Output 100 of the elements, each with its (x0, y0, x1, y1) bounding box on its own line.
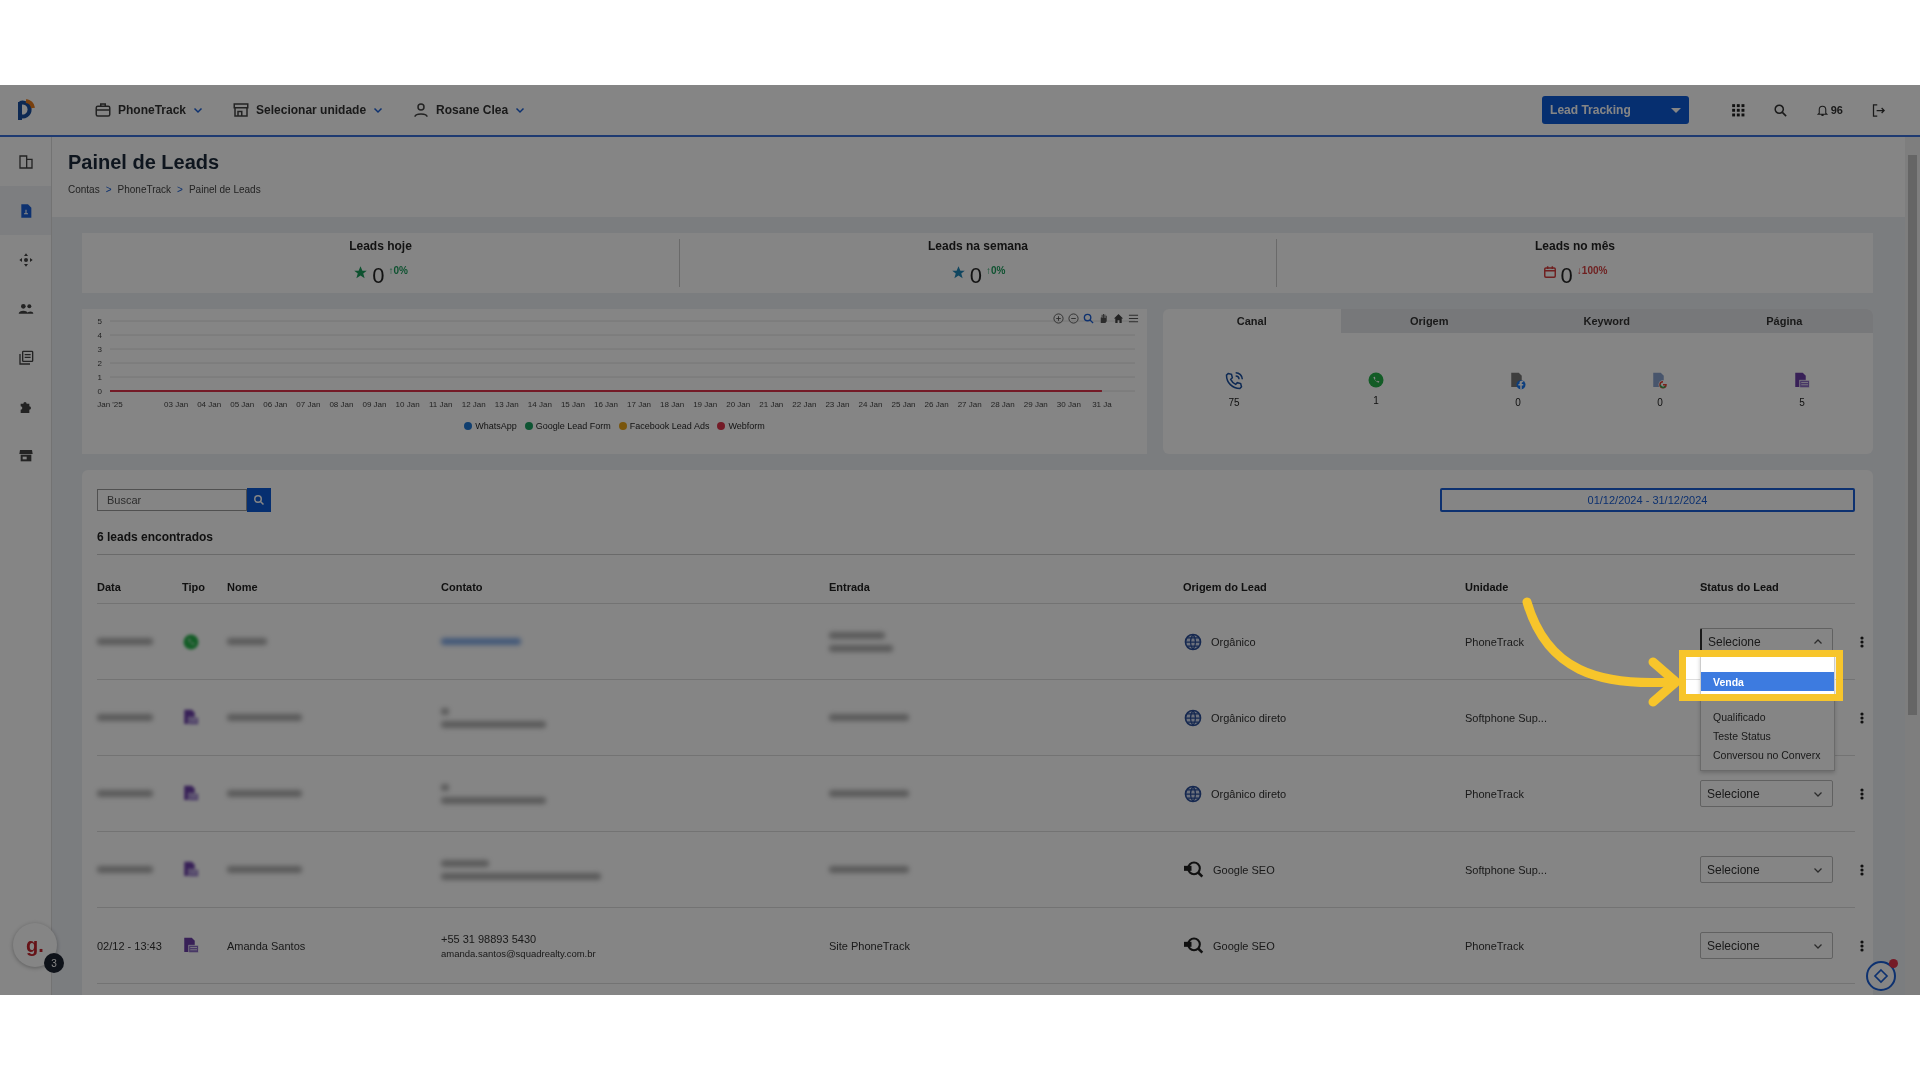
phone-icon (1224, 371, 1244, 391)
table-cell: Google SEO (1213, 863, 1275, 876)
tab[interactable]: Keyword (1518, 309, 1696, 333)
apps-button[interactable] (1730, 103, 1745, 117)
tab[interactable]: Página (1695, 309, 1873, 333)
header-menu[interactable]: PhoneTrack (94, 101, 205, 119)
search-icon (1772, 102, 1788, 118)
stat-label: Leads na semana (927, 239, 1029, 253)
header-menu[interactable]: Rosane Clea (412, 101, 527, 119)
menu-icon (1128, 313, 1139, 324)
table-cell-text: Softphone Sup... (1465, 711, 1548, 724)
axis-label: 18 Jan (660, 400, 685, 409)
axis-label: 11 Jan (428, 400, 453, 409)
axis-label: 26 Jan (924, 400, 949, 409)
table-cell: Orgânico direto (1211, 711, 1287, 724)
status-select[interactable]: Selecione (1700, 856, 1833, 883)
axis-label: 4 (97, 331, 102, 340)
help-icon (1873, 968, 1889, 984)
axis-label: 21 Jan (759, 400, 784, 409)
webform-icon (182, 859, 200, 880)
tab[interactable]: Canal (1163, 309, 1341, 333)
magnifier-icon (1183, 935, 1205, 956)
table-cell-text: Site PhoneTrack (829, 939, 911, 952)
legend-label: WhatsApp (475, 421, 517, 431)
google-form-icon (1651, 371, 1669, 391)
breadcrumb-separator: > (105, 184, 112, 195)
table-cell: Orgânico direto (1211, 787, 1287, 800)
globe-icon (1183, 631, 1203, 652)
table-cell-text: Softphone Sup... (1465, 863, 1548, 876)
table-cell-text: Amanda Santos (227, 939, 307, 952)
date-range-button[interactable]: 01/12/2024 - 31/12/2024 (1440, 488, 1855, 512)
grid-icon (1730, 103, 1745, 117)
stat-change: ↑0% (985, 265, 1006, 276)
table-cell-text: PhoneTrack (1465, 635, 1525, 648)
status-select[interactable]: Selecione (1700, 932, 1833, 959)
status-select[interactable]: Selecione (1700, 780, 1833, 807)
axis-label: 19 Jan (693, 400, 718, 409)
notifications-button[interactable]: 96 (1815, 102, 1843, 118)
logout-button[interactable] (1871, 102, 1886, 118)
stat-value: 0 (969, 265, 982, 287)
table-cell-text: 02/12 - 13:43 (97, 939, 163, 952)
whatsapp-icon (182, 632, 200, 651)
table-cell-text: PhoneTrack (1465, 939, 1525, 952)
search-button[interactable] (1772, 102, 1788, 118)
search-button[interactable] (247, 487, 271, 512)
axis-label: 30 Jan (1056, 400, 1081, 409)
briefcase-icon (94, 101, 112, 119)
webform-icon (1793, 371, 1811, 391)
search-icon (253, 493, 265, 506)
store-icon (232, 101, 251, 119)
product-dropdown[interactable]: Lead Tracking (1542, 96, 1689, 124)
logout-icon (1871, 102, 1886, 118)
stat-label: Leads no mês (1535, 239, 1615, 253)
channel-count: 0 (1657, 397, 1663, 408)
breadcrumb-link[interactable]: Contas (68, 184, 100, 195)
breadcrumb-link[interactable]: Painel de Leads (188, 184, 261, 195)
dropdown-option[interactable]: Venda (1701, 672, 1834, 691)
search-field[interactable]: Buscar (97, 488, 247, 511)
axis-label: 31 Ja (1092, 400, 1112, 409)
dropdown-option[interactable]: Qualificado (1701, 707, 1834, 726)
sidebar-item[interactable] (0, 186, 51, 235)
notification-dot (1889, 959, 1898, 968)
axis-label: 20 Jan (726, 400, 751, 409)
magnifier-icon (1183, 859, 1205, 880)
axis-label: 3 (97, 345, 102, 354)
tab[interactable]: Origem (1340, 309, 1518, 333)
axis-label: 17 Jan (627, 400, 652, 409)
facebook-form-icon (1509, 371, 1527, 391)
axis-label: 29 Jan (1023, 400, 1048, 409)
kebab-menu-icon (1860, 711, 1864, 724)
results-count: 6 leads encontrados (97, 530, 1855, 555)
stat-value: 0 (372, 265, 385, 287)
move-icon (17, 251, 34, 268)
dropdown-option[interactable]: Conversou no Converx (1701, 745, 1834, 764)
kebab-menu-icon (1860, 939, 1864, 952)
table-cell-text: PhoneTrack (1465, 787, 1525, 800)
webform-icon (182, 935, 200, 956)
axis-label: 25 Jan (891, 400, 916, 409)
breadcrumb-link[interactable]: PhoneTrack (117, 184, 172, 195)
scrollbar-thumb[interactable] (1908, 155, 1917, 715)
axis-label: 08 Jan (329, 400, 354, 409)
legend-label: Facebook Lead Ads (629, 421, 710, 431)
header-menu[interactable]: Selecionar unidade (232, 101, 385, 119)
column-header: Data (97, 581, 121, 593)
column-header: Origem do Lead (1183, 581, 1267, 593)
page-title: Painel de Leads (68, 151, 221, 174)
axis-label: 14 Jan (527, 400, 552, 409)
webform-icon (182, 783, 200, 804)
axis-label: 10 Jan (395, 400, 420, 409)
axis-label: 15 Jan (560, 400, 585, 409)
channel-count: 1 (1373, 395, 1379, 406)
search-icon (1083, 313, 1094, 324)
dropdown-option[interactable]: Teste Status (1701, 726, 1834, 745)
column-header: Status do Lead (1700, 581, 1779, 593)
column-header: Nome (227, 581, 258, 593)
axis-label: Jan '25 (97, 400, 123, 409)
axis-label: 27 Jan (957, 400, 982, 409)
stat-value: 0 (1560, 265, 1573, 287)
axis-label: 07 Jan (296, 400, 321, 409)
axis-label: 22 Jan (792, 400, 817, 409)
